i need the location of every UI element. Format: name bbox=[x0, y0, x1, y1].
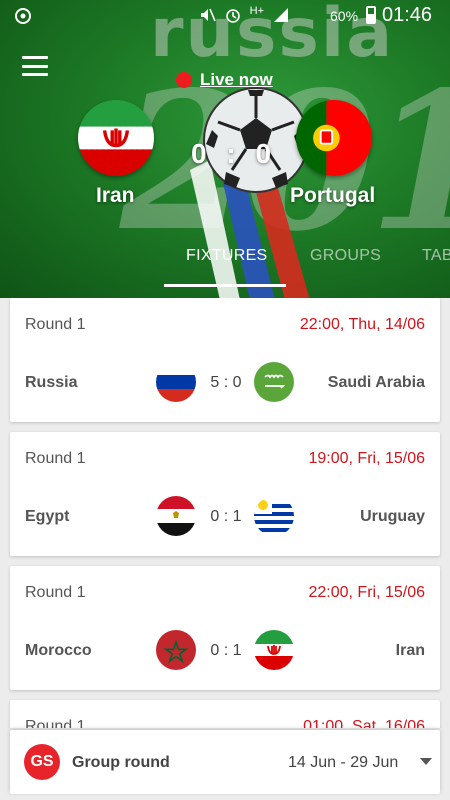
fixture-home-team: Russia bbox=[25, 374, 78, 391]
signal-icon bbox=[274, 8, 288, 22]
iran-flag-icon bbox=[254, 630, 294, 670]
status-bar: H+ 60% 01:46 bbox=[0, 0, 450, 32]
fixture-away-team: Saudi Arabia bbox=[327, 374, 425, 391]
fixture-round: Round 1 bbox=[25, 584, 86, 601]
fixture-time: 01:00, Sat, 16/06 bbox=[303, 718, 425, 728]
fixture-card[interactable]: Round 1 22:00, Thu, 14/06 Russia 5 : 0 S… bbox=[10, 298, 440, 422]
fixture-round: Round 1 bbox=[25, 316, 86, 333]
morocco-flag-icon bbox=[156, 630, 196, 670]
uruguay-flag-icon bbox=[254, 496, 294, 536]
fixtures-list[interactable]: Round 1 22:00, Thu, 14/06 Russia 5 : 0 S… bbox=[0, 298, 450, 728]
fixture-time: 22:00, Fri, 15/06 bbox=[308, 584, 425, 601]
fixture-score: 0 : 1 bbox=[210, 508, 242, 525]
fixture-card[interactable]: Round 1 22:00, Fri, 15/06 Morocco 0 : 1 … bbox=[10, 566, 440, 690]
battery-percentage: 60% bbox=[330, 8, 359, 24]
fixture-away-team: Iran bbox=[395, 642, 425, 659]
russia-flag-icon bbox=[156, 362, 196, 402]
live-score: 0 : 0 bbox=[191, 138, 278, 169]
fixture-round: Round 1 bbox=[25, 718, 86, 728]
egypt-flag-icon bbox=[156, 496, 196, 536]
fixture-time: 22:00, Thu, 14/06 bbox=[299, 316, 425, 333]
live-dot-icon bbox=[176, 72, 192, 88]
hamburger-menu-icon[interactable] bbox=[22, 56, 48, 76]
fixture-home-team: Morocco bbox=[25, 642, 92, 659]
fixture-score: 5 : 0 bbox=[210, 374, 242, 391]
app-notification-icon bbox=[15, 8, 31, 24]
fixture-card[interactable]: Round 1 01:00, Sat, 16/06 bbox=[10, 700, 440, 728]
tab-bar: FIXTURES GROUPS TABLES bbox=[0, 240, 450, 288]
iran-flag-icon[interactable] bbox=[78, 100, 154, 176]
fixture-time: 19:00, Fri, 15/06 bbox=[308, 450, 425, 467]
dropdown-arrow-icon bbox=[420, 758, 432, 765]
tab-tables[interactable]: TABLES bbox=[422, 247, 450, 265]
match-header: russia 2018 H+ 60% 01:46 bbox=[0, 0, 450, 298]
status-icons: H+ bbox=[198, 5, 290, 24]
live-home-team: Iran bbox=[96, 184, 135, 207]
fixture-home-team: Egypt bbox=[25, 508, 70, 525]
network-type: H+ bbox=[249, 5, 264, 17]
active-tab-indicator bbox=[164, 284, 286, 287]
live-away-team: Portugal bbox=[290, 184, 376, 207]
status-time: 01:46 bbox=[382, 4, 433, 26]
tab-fixtures[interactable]: FIXTURES bbox=[186, 247, 268, 265]
mute-icon bbox=[200, 8, 216, 22]
round-date-range: 14 Jun - 29 Jun bbox=[288, 754, 399, 771]
alarm-icon bbox=[225, 9, 240, 23]
tab-groups[interactable]: GROUPS bbox=[310, 247, 381, 265]
fixture-card[interactable]: Round 1 19:00, Fri, 15/06 Egypt 0 : 1 Ur… bbox=[10, 432, 440, 556]
round-selector-label: Group round bbox=[72, 754, 170, 771]
portugal-flag-icon[interactable] bbox=[296, 100, 372, 176]
fixture-score: 0 : 1 bbox=[210, 642, 242, 659]
fixture-round: Round 1 bbox=[25, 450, 86, 467]
battery-icon bbox=[366, 6, 376, 24]
saudi-arabia-flag-icon bbox=[254, 362, 294, 402]
fixture-away-team: Uruguay bbox=[360, 508, 425, 525]
round-selector-dropdown[interactable]: GS Group round 14 Jun - 29 Jun bbox=[10, 730, 440, 794]
group-stage-badge: GS bbox=[24, 744, 60, 780]
